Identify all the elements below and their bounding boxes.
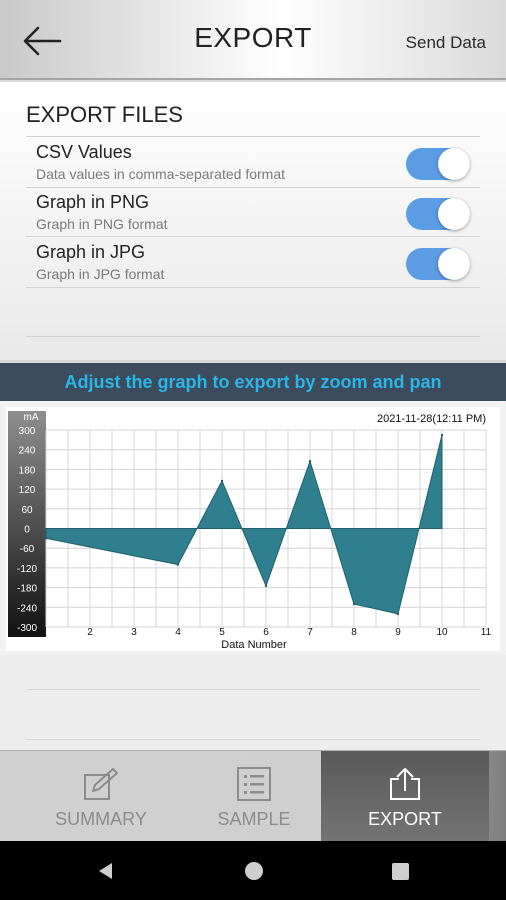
graph-canvas[interactable]: 300 240 180 120 60 0 -60 -120 -180 -240 -300 2 3 4 5 6… — [0, 401, 506, 655]
y-tick-label: 240 — [19, 446, 36, 457]
tab-label: SUMMARY — [55, 809, 147, 829]
option-description: Graph in JPG format — [36, 266, 165, 282]
app-header: EXPORT Send Data — [0, 0, 506, 80]
recents-square-icon — [392, 863, 409, 880]
option-description: Graph in PNG format — [36, 216, 168, 232]
home-circle-icon — [245, 862, 263, 880]
data-point — [44, 537, 48, 540]
divider — [26, 236, 480, 237]
toggle-knob — [438, 248, 470, 280]
jpg-toggle[interactable] — [406, 248, 470, 280]
y-tick-label: 120 — [19, 485, 36, 496]
divider — [26, 136, 480, 137]
y-tick-label: 60 — [21, 505, 33, 516]
y-tick-label: -180 — [17, 584, 37, 595]
tab-sample[interactable]: SAMPLE — [170, 751, 338, 842]
y-tick-label: 0 — [24, 525, 30, 536]
divider — [26, 287, 480, 288]
x-tick-label: 6 — [263, 627, 269, 638]
empty-list-area — [0, 655, 506, 750]
divider — [26, 689, 480, 690]
option-label: Graph in PNG — [36, 192, 150, 212]
x-tick-label: 4 — [175, 627, 181, 638]
x-tick-label: 5 — [219, 627, 225, 638]
divider — [26, 739, 480, 740]
x-tick-label: 7 — [307, 627, 313, 638]
x-tick-label: 9 — [395, 627, 401, 638]
share-icon — [390, 768, 420, 800]
x-axis-label: Data Number — [221, 639, 287, 651]
y-tick-label: -120 — [17, 564, 37, 575]
y-tick-label: -60 — [20, 544, 35, 555]
divider — [26, 336, 480, 337]
export-files-panel: EXPORT FILES CSV Values Data values in c… — [0, 82, 506, 360]
edit-icon — [84, 768, 118, 800]
section-title: EXPORT FILES — [26, 102, 183, 127]
y-tick-label: -300 — [17, 623, 37, 634]
csv-toggle[interactable] — [406, 148, 470, 180]
list-icon — [237, 767, 271, 801]
data-point — [176, 563, 180, 566]
x-tick-label: 10 — [436, 627, 448, 638]
tab-label: SAMPLE — [217, 809, 291, 829]
nav-recents-button[interactable] — [370, 841, 430, 900]
data-point — [308, 459, 312, 463]
export-option-png[interactable]: Graph in PNG Graph in PNG format — [26, 188, 480, 238]
back-triangle-icon — [99, 863, 112, 879]
data-point — [220, 479, 224, 483]
tab-export[interactable]: EXPORT — [321, 751, 489, 842]
png-toggle[interactable] — [406, 198, 470, 230]
graph-timestamp: 2021-11-28(12:11 PM) — [377, 413, 486, 425]
data-point — [440, 433, 444, 437]
tab-summary[interactable]: SUMMARY — [17, 751, 185, 842]
x-tick-label: 3 — [131, 627, 137, 638]
export-graph[interactable]: 300 240 180 120 60 0 -60 -120 -180 -240 -300 2 3 4 5 6… — [0, 401, 506, 655]
data-point — [352, 602, 356, 606]
x-tick-label: 11 — [481, 627, 492, 638]
toggle-knob — [438, 148, 470, 180]
bottom-tab-bar: SUMMARY SAMPLE EXPORT — [0, 750, 506, 842]
option-label: Graph in JPG — [36, 242, 146, 262]
y-axis-unit: mA — [24, 412, 39, 423]
x-tick-label: 2 — [87, 627, 93, 638]
option-description: Data values in comma-separated format — [36, 166, 285, 182]
data-point — [396, 612, 400, 616]
export-option-csv[interactable]: CSV Values Data values in comma-separate… — [26, 138, 480, 188]
system-nav-bar — [0, 841, 506, 900]
export-option-jpg[interactable]: Graph in JPG Graph in JPG format — [26, 238, 480, 288]
y-tick-label: 180 — [19, 465, 36, 476]
nav-home-button[interactable] — [224, 841, 284, 900]
nav-back-button[interactable] — [76, 841, 136, 900]
data-point — [264, 584, 268, 588]
toggle-knob — [438, 198, 470, 230]
option-label: CSV Values — [36, 142, 132, 162]
y-tick-label: -240 — [17, 603, 37, 614]
send-data-button[interactable]: Send Data — [406, 33, 486, 53]
tab-label: EXPORT — [368, 809, 442, 829]
x-tick-label: 8 — [351, 627, 357, 638]
instruction-banner: Adjust the graph to export by zoom and p… — [0, 363, 506, 401]
y-tick-label: 300 — [19, 426, 36, 437]
